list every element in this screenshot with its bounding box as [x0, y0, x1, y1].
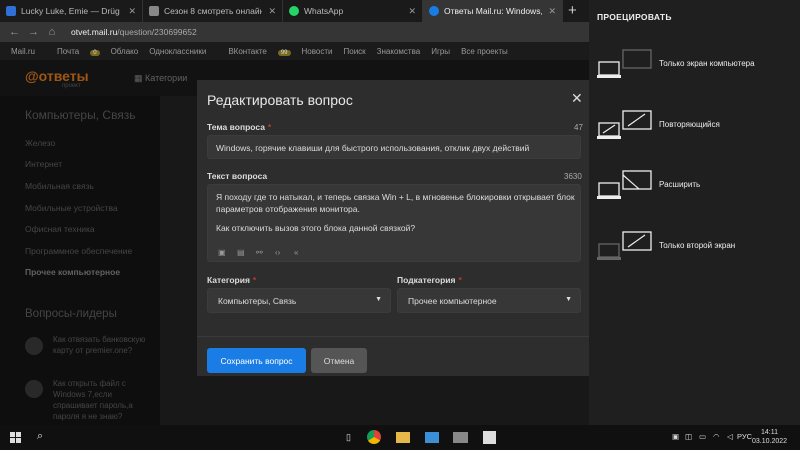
subcategory-label: Подкатегория * [397, 275, 462, 285]
pc-screen-only-icon [597, 49, 652, 78]
close-icon[interactable]: ✕ [571, 90, 583, 107]
forward-arrow-icon[interactable]: → [28, 26, 39, 38]
extend-screen-icon [597, 170, 652, 199]
category-select[interactable]: Компьютеры, Связь ▼ [207, 288, 391, 313]
topic-input[interactable]: Windows, горячие клавиши для быстрого ис… [207, 135, 581, 159]
language-indicator[interactable]: РУС [737, 432, 752, 441]
project-option-extend[interactable]: Расширить [589, 161, 800, 221]
divider [197, 336, 591, 337]
music-favicon-icon [6, 6, 16, 16]
address-bar: ← → ⌂ otvet.mail.ru/question/230699652 [0, 22, 589, 42]
editor-toolbar: ▣ ▤ ⚯ ‹› « [218, 248, 313, 257]
bookmark-vk[interactable]: ВКонтакте 99 [217, 47, 291, 56]
bookmark-news[interactable]: Новости [302, 47, 333, 56]
cancel-button[interactable]: Отмена [311, 348, 367, 373]
system-clock[interactable]: 14:11 03.10.2022 [752, 428, 787, 446]
quote-icon[interactable]: « [294, 248, 313, 257]
otvet-favicon-icon [429, 6, 439, 16]
project-panel: ПРОЕЦИРОВАТЬ Только экран компьютера Пов… [589, 0, 800, 425]
question-text-editor[interactable]: Я походу где то натыкал, и теперь связка… [207, 184, 581, 262]
bookmark-dating[interactable]: Знакомства [377, 47, 421, 56]
search-icon[interactable]: ⌕ [37, 430, 43, 443]
subcategory-select[interactable]: Прочее компьютерное ▼ [397, 288, 581, 313]
file-explorer-icon[interactable] [396, 432, 410, 443]
chrome-icon[interactable] [367, 430, 381, 444]
video-favicon-icon [149, 6, 159, 16]
tab-whatsapp[interactable]: WhatsApp ✕ [283, 0, 423, 22]
question-text: Я походу где то натыкал, и теперь связка… [216, 192, 575, 233]
security-icon[interactable] [483, 431, 496, 444]
whatsapp-icon [289, 6, 299, 16]
save-question-button[interactable]: Сохранить вопрос [207, 348, 306, 373]
category-label: Категория * [207, 275, 257, 285]
second-screen-only-icon [597, 231, 652, 260]
close-tab-icon[interactable]: ✕ [408, 6, 416, 17]
new-tab-button[interactable]: + [568, 2, 577, 20]
meet-icon[interactable]: ◫ [685, 432, 692, 441]
dropdown-arrow-icon: ▼ [565, 296, 572, 303]
body-char-count: 3630 [564, 172, 582, 181]
network-icon[interactable]: ▣ [672, 432, 679, 441]
bookmark-mail[interactable]: Почта 0 [46, 47, 100, 56]
close-tab-icon[interactable]: ✕ [548, 6, 556, 17]
tab-bar: Lucky Luke, Emie — Drüg ✕ Сезон 8 смотре… [0, 0, 589, 22]
edit-question-modal: Редактировать вопрос ✕ Тема вопроса * 47 … [197, 80, 591, 376]
bookmark-cloud[interactable]: Облако [111, 47, 139, 56]
topic-label: Тема вопроса * [207, 122, 272, 132]
app-icon[interactable] [453, 432, 468, 443]
project-option-pc-only[interactable]: Только экран компьютера [589, 40, 800, 100]
modal-title: Редактировать вопрос [207, 92, 353, 108]
close-tab-icon[interactable]: ✕ [128, 6, 136, 17]
volume-icon[interactable]: ◁ [727, 432, 733, 441]
body-label: Текст вопроса [207, 171, 268, 181]
code-icon[interactable]: ‹› [275, 248, 294, 257]
windows-start-icon[interactable] [10, 432, 21, 443]
taskbar: ⌕ ▯ ▣ ◫ ▭ ◠ ◁ РУС 14:11 03.10.2022 [0, 425, 800, 450]
project-option-second-only[interactable]: Только второй экран [589, 222, 800, 282]
project-panel-title: ПРОЕЦИРОВАТЬ [597, 12, 672, 22]
tab-music[interactable]: Lucky Luke, Emie — Drüg ✕ [0, 0, 143, 22]
home-icon[interactable]: ⌂ [47, 26, 57, 38]
video-icon[interactable]: ▤ [237, 248, 256, 257]
url-field[interactable]: otvet.mail.ru/question/230699652 [71, 27, 197, 37]
bookmark-games[interactable]: Игры [431, 47, 450, 56]
task-view-icon[interactable]: ▯ [346, 432, 351, 443]
bookmarks-bar: Mail.ru Почта 0 Облако Одноклассники ВКон… [0, 42, 589, 60]
bookmark-mailru[interactable]: Mail.ru [11, 47, 35, 56]
bookmark-all-projects[interactable]: Все проекты [461, 47, 508, 56]
bookmark-search[interactable]: Поиск [344, 47, 366, 56]
tab-series[interactable]: Сезон 8 смотреть онлайн - Том ✕ [143, 0, 283, 22]
battery-icon[interactable]: ▭ [699, 432, 706, 441]
wifi-icon[interactable]: ◠ [713, 432, 720, 441]
bookmark-ok[interactable]: Одноклассники [149, 47, 206, 56]
project-option-duplicate[interactable]: Повторяющийся [589, 101, 800, 161]
image-icon[interactable]: ▣ [218, 248, 237, 257]
mail-count-badge: 0 [90, 49, 100, 56]
link-icon[interactable]: ⚯ [256, 248, 275, 257]
duplicate-screen-icon [597, 110, 652, 139]
mail-icon[interactable] [425, 432, 439, 443]
back-arrow-icon[interactable]: ← [9, 26, 20, 38]
vk-count-badge: 99 [277, 49, 291, 56]
topic-char-count: 47 [574, 123, 583, 132]
tab-otvet[interactable]: Ответы Mail.ru: Windows, горяче ✕ [423, 0, 563, 22]
dropdown-arrow-icon: ▼ [375, 296, 382, 303]
close-tab-icon[interactable]: ✕ [268, 6, 276, 17]
